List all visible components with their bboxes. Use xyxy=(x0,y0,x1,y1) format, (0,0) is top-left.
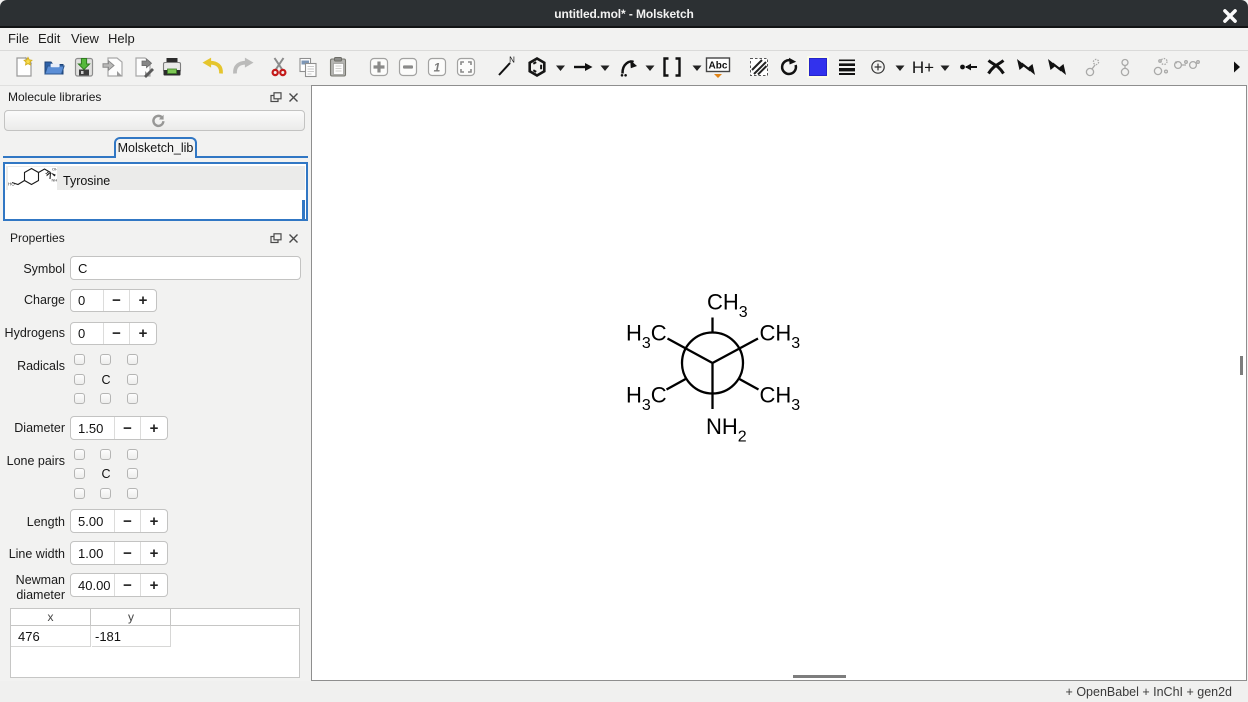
svg-text:CH3: CH3 xyxy=(760,383,801,415)
svg-text:N: N xyxy=(509,56,515,65)
svg-text:CH3: CH3 xyxy=(760,321,801,353)
svg-text:CH3: CH3 xyxy=(707,290,748,322)
svg-text:HO: HO xyxy=(8,182,15,187)
svg-text:NH: NH xyxy=(52,178,58,183)
svg-text:H3C: H3C xyxy=(626,321,667,353)
svg-text:1: 1 xyxy=(434,61,441,75)
svg-text:H3C: H3C xyxy=(626,383,667,415)
svg-text:NH2: NH2 xyxy=(706,414,747,446)
svg-text:H+: H+ xyxy=(912,58,934,77)
svg-text:OH: OH xyxy=(52,167,57,172)
svg-text:Abc: Abc xyxy=(709,61,728,72)
